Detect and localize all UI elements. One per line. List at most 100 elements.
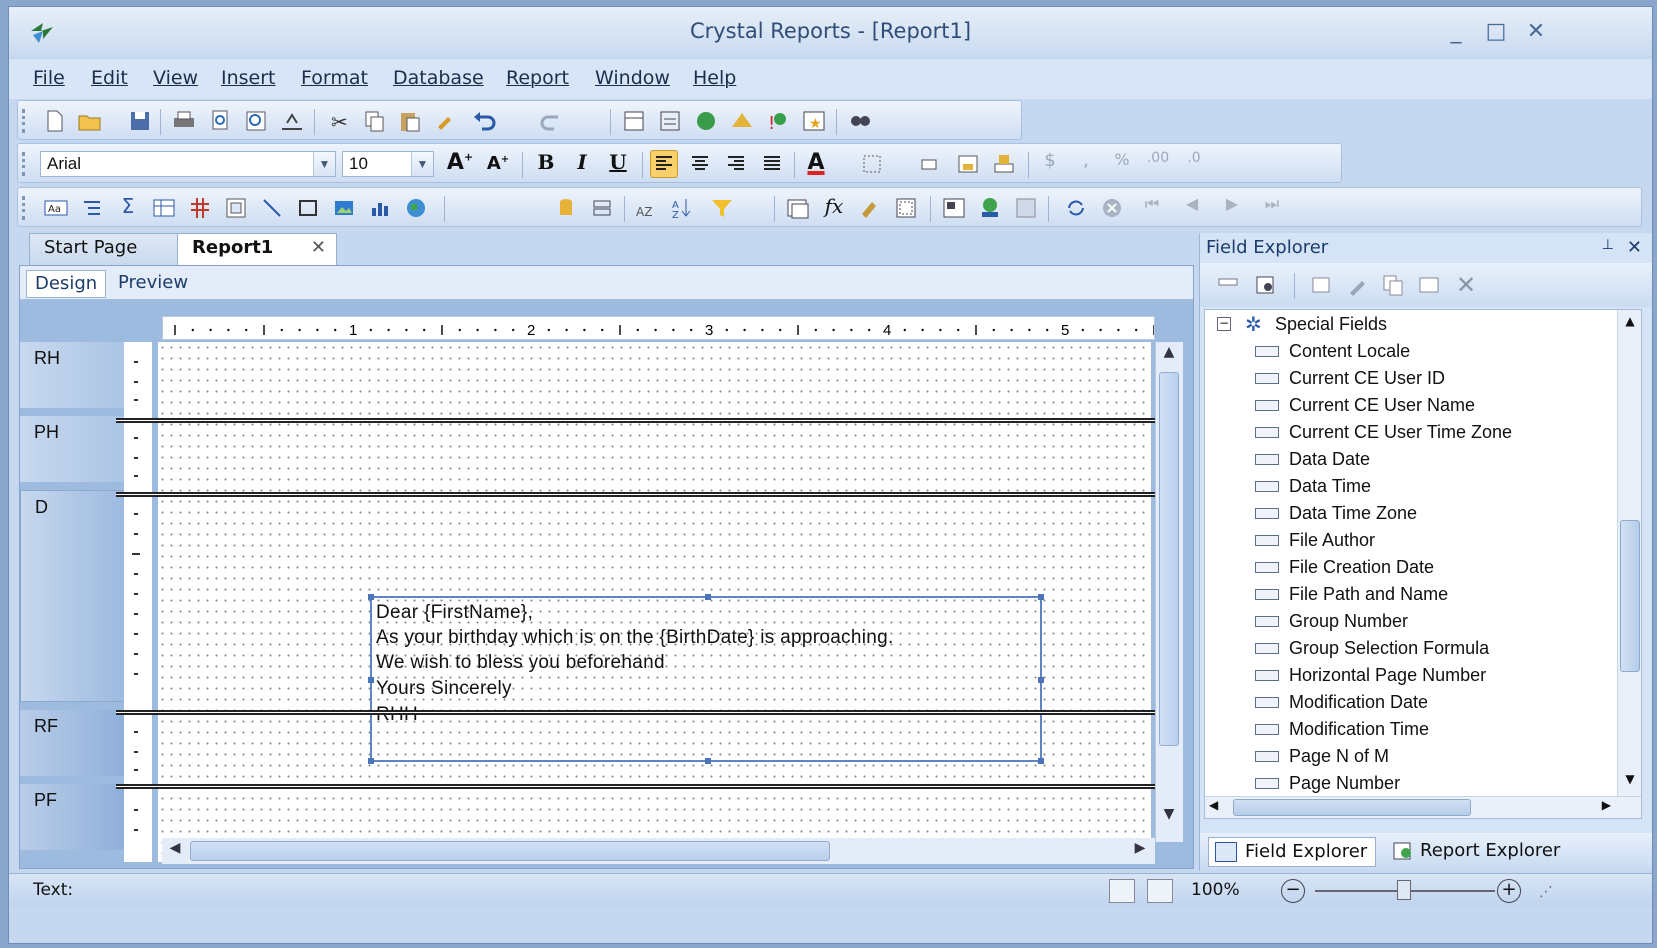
resize-handle[interactable] [368, 677, 374, 683]
resize-handle[interactable] [1038, 677, 1044, 683]
horizontal-scrollbar[interactable]: ◀ ▶ [162, 838, 1155, 864]
close-icon[interactable]: ✕ [311, 237, 326, 258]
align-center-icon[interactable] [686, 150, 714, 178]
text-line[interactable]: RHH [376, 704, 418, 726]
text-line[interactable]: Yours Sincerely [376, 678, 512, 700]
collapse-icon[interactable]: − [1217, 317, 1231, 331]
insert-picture-icon[interactable] [330, 194, 358, 222]
insert-summary-icon[interactable]: Σ [114, 194, 142, 222]
field-item[interactable]: Modification Time [1255, 719, 1429, 740]
close-icon[interactable]: ✕ [1627, 237, 1642, 258]
menu-view[interactable]: View [153, 67, 198, 89]
font-name-combo[interactable]: Arial ▼ [40, 151, 336, 177]
field-item[interactable]: Page N of M [1255, 746, 1389, 767]
page-view-icon[interactable] [1109, 879, 1135, 903]
vertical-scrollbar[interactable]: ▲ ▼ [1155, 342, 1183, 842]
lock-format-icon[interactable] [954, 150, 982, 178]
insert-chart-icon[interactable] [366, 194, 394, 222]
field-item[interactable]: File Creation Date [1255, 557, 1434, 578]
formula-workshop-icon[interactable]: fx [820, 194, 848, 222]
percent-icon[interactable]: % [1108, 150, 1136, 178]
scroll-down-icon[interactable]: ▼ [1620, 772, 1640, 792]
tab-report1[interactable]: Report1 ✕ [177, 233, 337, 265]
favorites-icon[interactable]: ★ [800, 107, 828, 135]
menu-file[interactable]: File [33, 67, 65, 89]
align-right-icon[interactable] [722, 150, 750, 178]
insert-crosstab-icon[interactable] [150, 194, 178, 222]
section-label-details[interactable]: D [20, 490, 130, 702]
lock-size-icon[interactable] [990, 150, 1018, 178]
section-label-page-footer[interactable]: PF [20, 784, 130, 850]
close-button[interactable]: ✕ [1519, 17, 1553, 47]
menu-edit[interactable]: Edit [91, 67, 128, 89]
insert-map-icon[interactable] [402, 194, 430, 222]
insert-text-object-icon[interactable]: Aa [42, 194, 70, 222]
next-page-icon[interactable]: ▶ [1218, 194, 1246, 222]
select-expert-icon[interactable]: ! [764, 107, 792, 135]
bold-button[interactable]: B [532, 150, 560, 178]
text-object[interactable]: Dear {FirstName}, As your birthday which… [368, 594, 1044, 764]
field-item[interactable]: Data Time [1255, 476, 1371, 497]
browse-icon[interactable] [1252, 271, 1280, 299]
rename-icon[interactable] [1416, 271, 1444, 299]
grow-font-icon[interactable]: A+ [446, 150, 474, 178]
scrollbar-thumb[interactable] [190, 841, 830, 861]
resize-grip-icon[interactable]: ⋰ [1539, 884, 1553, 900]
toolbar-grip[interactable] [22, 196, 25, 220]
insert-subreport-icon[interactable] [692, 107, 720, 135]
pin-icon[interactable]: ⊥ [1602, 237, 1614, 253]
increase-decimals-icon[interactable]: .00 [1144, 150, 1172, 178]
tab-start-page[interactable]: Start Page [29, 233, 179, 265]
insert-to-report-icon[interactable] [1214, 271, 1242, 299]
scroll-up-icon[interactable]: ▲ [1620, 314, 1640, 334]
resize-handle[interactable] [368, 758, 374, 764]
menu-insert[interactable]: Insert [221, 67, 276, 89]
print-preview-icon[interactable] [206, 107, 234, 135]
menu-database[interactable]: Database [393, 67, 484, 89]
scrollbar-thumb[interactable] [1233, 799, 1471, 816]
minimize-button[interactable]: _ [1439, 17, 1473, 47]
zoom-page-icon[interactable] [242, 107, 270, 135]
insert-olap-icon[interactable] [186, 194, 214, 222]
field-item[interactable]: File Author [1255, 530, 1375, 551]
undo-icon[interactable] [470, 107, 498, 135]
report-options-icon[interactable] [656, 107, 684, 135]
field-tree[interactable]: − ✲ Special Fields Content Locale Current… [1204, 309, 1642, 819]
font-color-icon[interactable]: A [802, 150, 830, 178]
resize-handle[interactable] [705, 758, 711, 764]
refresh-icon[interactable] [1062, 194, 1090, 222]
shrink-font-icon[interactable]: A+ [484, 150, 512, 178]
text-line[interactable]: Dear {FirstName}, [376, 602, 533, 624]
toolbar-grip[interactable] [22, 109, 25, 133]
horizontal-scrollbar[interactable]: ◀ ▶ [1205, 796, 1641, 818]
database-expert-icon[interactable] [552, 194, 580, 222]
open-icon[interactable] [76, 107, 104, 135]
section-label-page-header[interactable]: PH [20, 416, 130, 482]
tab-design[interactable]: Design [26, 270, 107, 298]
paste-icon[interactable] [396, 107, 424, 135]
menu-help[interactable]: Help [693, 67, 736, 89]
fit-view-icon[interactable] [1147, 879, 1173, 903]
tab-field-explorer[interactable]: Field Explorer [1208, 837, 1377, 867]
underline-button[interactable]: U [604, 150, 632, 178]
text-line[interactable]: We wish to bless you beforehand [376, 652, 665, 674]
previous-page-icon[interactable]: ◀ [1178, 194, 1206, 222]
resize-handle[interactable] [1038, 758, 1044, 764]
chevron-down-icon[interactable]: ▼ [411, 152, 433, 176]
section-label-report-footer[interactable]: RF [20, 710, 130, 776]
group-expert-icon[interactable] [588, 194, 616, 222]
field-item[interactable]: Page Number [1255, 773, 1400, 794]
repository-icon[interactable] [728, 107, 756, 135]
resize-handle[interactable] [705, 594, 711, 600]
print-icon[interactable] [170, 107, 198, 135]
scroll-right-icon[interactable]: ▶ [1602, 798, 1611, 812]
scrollbar-thumb[interactable] [1620, 520, 1640, 672]
last-page-icon[interactable]: ⏭ [1258, 194, 1286, 222]
field-item[interactable]: Horizontal Page Number [1255, 665, 1486, 686]
toolbar-grip[interactable] [22, 152, 25, 176]
chevron-down-icon[interactable]: ▼ [313, 152, 335, 176]
scroll-left-icon[interactable]: ◀ [1209, 798, 1218, 812]
new-icon[interactable] [40, 107, 68, 135]
align-left-icon[interactable] [650, 150, 678, 178]
insert-line-icon[interactable] [258, 194, 286, 222]
